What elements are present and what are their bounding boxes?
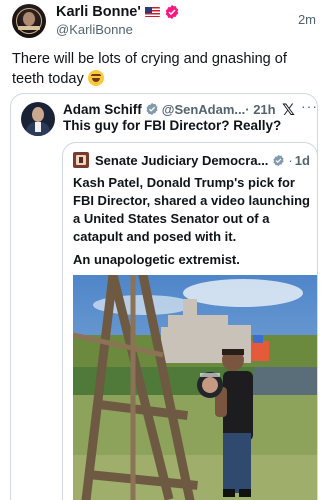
quoted-handle[interactable]: @SenAdam... bbox=[162, 102, 245, 117]
avatar[interactable] bbox=[12, 4, 46, 38]
x-logo-icon: 𝕏 bbox=[282, 102, 295, 119]
photo-image bbox=[73, 275, 317, 500]
more-icon[interactable]: ··· bbox=[301, 98, 317, 114]
quoted-display-name[interactable]: Adam Schiff bbox=[63, 102, 142, 117]
inner-display-name[interactable]: Senate Judiciary Democra... bbox=[95, 153, 268, 168]
inner-quoted-post[interactable]: Senate Judiciary Democra... · 1d Kash Pa… bbox=[62, 142, 317, 500]
inner-author-row: Senate Judiciary Democra... · 1d bbox=[73, 152, 310, 168]
inner-timestamp[interactable]: 1d bbox=[295, 153, 310, 168]
inner-text: Kash Patel, Donald Trump's pick for FBI … bbox=[73, 175, 310, 244]
author-handle[interactable]: @KarliBonne bbox=[56, 22, 133, 37]
quoted-text: This guy for FBI Director? Really? bbox=[63, 118, 282, 133]
verified-badge-icon[interactable] bbox=[164, 4, 180, 20]
verified-badge-icon[interactable] bbox=[272, 154, 285, 167]
post-timestamp[interactable]: 2m bbox=[298, 12, 316, 27]
post-text: There will be lots of crying and gnashin… bbox=[12, 49, 312, 89]
quoted-post[interactable]: Adam Schiff @SenAdam... · 21h 𝕏 ··· This… bbox=[10, 93, 318, 500]
laughing-emoji-icon bbox=[87, 70, 104, 86]
post[interactable]: Karli Bonne' @KarliBonne 2m There will b… bbox=[0, 0, 328, 500]
us-flag-icon bbox=[144, 7, 160, 17]
verified-badge-icon[interactable] bbox=[145, 102, 159, 116]
quoted-avatar[interactable] bbox=[21, 102, 55, 136]
author-name-row: Karli Bonne' bbox=[56, 3, 180, 21]
quoted-timestamp[interactable]: · 21h bbox=[245, 102, 275, 117]
senate-logo-icon[interactable] bbox=[73, 152, 89, 168]
post-photo[interactable] bbox=[73, 275, 317, 500]
inner-text-2: An unapologetic extremist. bbox=[73, 252, 240, 267]
author-display-name[interactable]: Karli Bonne' bbox=[56, 4, 141, 20]
quoted-author-row: Adam Schiff @SenAdam... · 21h bbox=[63, 100, 276, 118]
inner-separator: · bbox=[288, 152, 293, 168]
post-text-body: There will be lots of crying and gnashin… bbox=[12, 51, 287, 87]
